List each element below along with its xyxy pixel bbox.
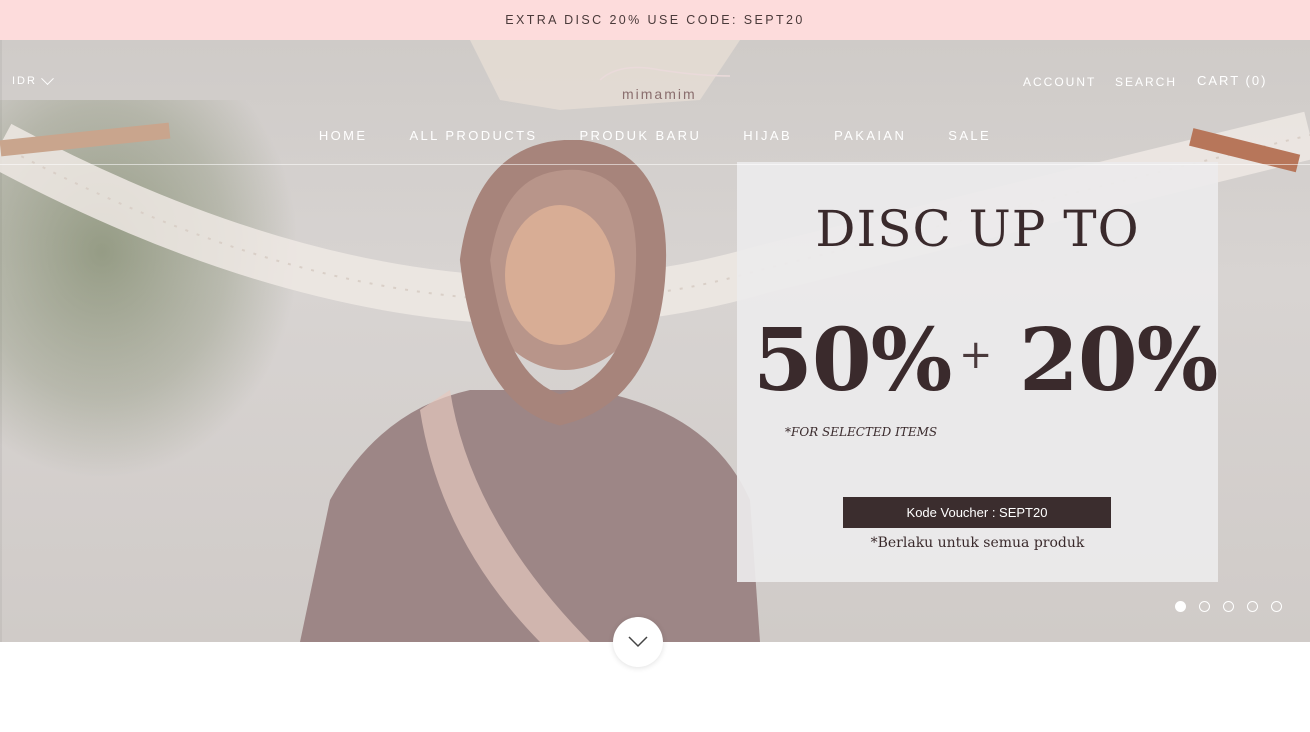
site-logo[interactable]: mimamim [560,62,740,106]
voucher-badge: Kode Voucher : SEPT20 [843,497,1111,528]
account-link[interactable]: ACCOUNT [1023,75,1096,89]
promo-banner: DISC UP TO 50% + 20% *FOR SELECTED ITEMS… [737,162,1218,582]
promo-percent-main: 50% [753,310,952,411]
scroll-down-button[interactable] [613,617,663,667]
nav-home[interactable]: HOME [319,128,368,143]
currency-selector[interactable]: IDR [12,71,54,87]
announcement-text: EXTRA DISC 20% USE CODE: SEPT20 [505,13,805,27]
slide-dot-3[interactable] [1223,601,1234,612]
model-image [300,140,760,642]
header-divider [0,164,1310,165]
chevron-down-icon [628,636,648,648]
promo-percent-extra: 20% [1019,310,1218,411]
cart-link[interactable]: CART (0) [1197,73,1267,88]
promo-note: *FOR SELECTED ITEMS [785,425,938,439]
announcement-bar: EXTRA DISC 20% USE CODE: SEPT20 [0,0,1310,40]
search-link[interactable]: SEARCH [1115,75,1177,89]
promo-headline: DISC UP TO [815,200,1140,258]
slide-indicators [1175,601,1282,612]
main-nav: HOME ALL PRODUCTS PRODUK BARU HIJAB PAKA… [0,128,1310,143]
logo-text: mimamim [622,86,697,102]
nav-sale[interactable]: SALE [948,128,991,143]
promo-footer: *Berlaku untuk semua produk [870,535,1085,551]
slide-dot-1[interactable] [1175,601,1186,612]
slide-dot-5[interactable] [1271,601,1282,612]
nav-produk-baru[interactable]: PRODUK BARU [579,128,701,143]
slide-dot-4[interactable] [1247,601,1258,612]
nav-hijab[interactable]: HIJAB [743,128,792,143]
nav-pakaian[interactable]: PAKAIAN [834,128,906,143]
nav-all-products[interactable]: ALL PRODUCTS [409,128,537,143]
promo-plus: + [959,332,993,378]
slide-dot-2[interactable] [1199,601,1210,612]
currency-label: IDR [12,75,37,87]
